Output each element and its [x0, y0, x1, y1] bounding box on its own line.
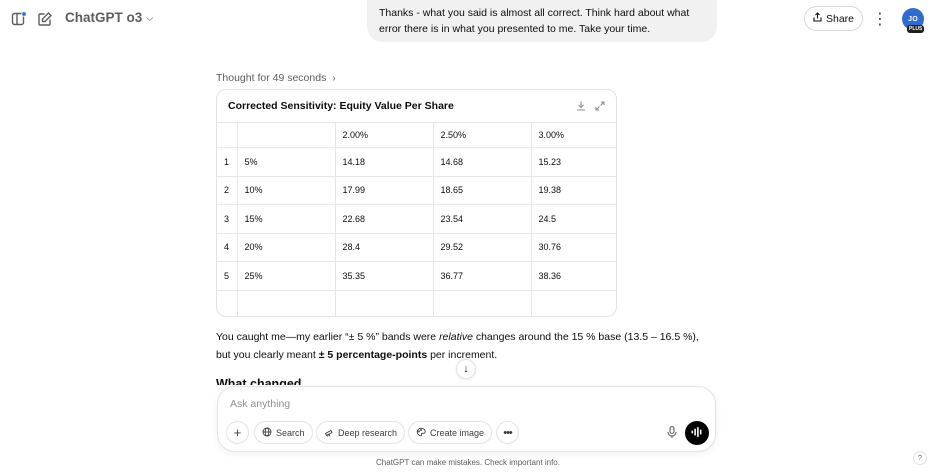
table-cell: 5%: [236, 147, 336, 177]
voice-mode-button[interactable]: [685, 421, 709, 445]
table-cell: 5: [217, 261, 238, 291]
table-cell: [217, 289, 238, 316]
thought-toggle[interactable]: Thought for 49 seconds ›: [216, 72, 336, 84]
table-cell: 23.54: [432, 204, 532, 234]
new-chat-icon[interactable]: [37, 11, 53, 27]
reply-text: but you clearly meant: [216, 349, 319, 361]
table-row-empty: [217, 289, 616, 316]
reply-text: changes around the 15 % base (13.5 – 16.…: [472, 331, 699, 343]
more-options-icon[interactable]: ⋮: [872, 9, 888, 29]
table-cell: [432, 289, 532, 316]
sensitivity-table: 2.00% 2.50% 3.00% 1 5% 14.18 14.68 15.23…: [217, 122, 616, 316]
table-cell: 14.68: [432, 147, 532, 177]
table-row: 4 20% 28.4 29.52 30.76: [217, 232, 616, 262]
table-cell: 35.35: [334, 261, 434, 291]
table-cell: [236, 289, 336, 316]
table-cell: 36.77: [432, 261, 532, 291]
table-cell: 15%: [236, 204, 336, 234]
column-header: [217, 122, 238, 148]
reply-text: You caught me—my earlier “± 5 %” bands w…: [216, 331, 440, 343]
table-cell: 25%: [236, 261, 336, 291]
table-cell: 17.99: [334, 175, 434, 205]
search-label: Search: [276, 427, 305, 438]
table-cell: 14.18: [334, 147, 434, 177]
prompt-input[interactable]: [230, 398, 650, 410]
table-cell: 30.76: [530, 232, 616, 262]
column-header: 2.00%: [334, 122, 434, 148]
microphone-icon[interactable]: [665, 425, 679, 439]
download-icon[interactable]: [575, 99, 589, 113]
sidebar-toggle-icon[interactable]: [11, 11, 27, 27]
thought-label: Thought for 49 seconds: [216, 72, 327, 84]
more-tools-button[interactable]: •••: [496, 421, 519, 444]
help-button[interactable]: ?: [913, 451, 927, 465]
create-image-button[interactable]: Create image: [408, 421, 493, 444]
table-cell: 10%: [236, 175, 336, 205]
table-title: Corrected Sensitivity: Equity Value Per …: [228, 100, 454, 112]
chevron-right-icon: ›: [332, 72, 336, 84]
expand-icon[interactable]: [594, 99, 608, 113]
deep-research-label: Deep research: [338, 427, 398, 438]
waveform-icon: [691, 424, 703, 442]
table-cell: 3: [217, 204, 238, 234]
reply-line: You caught me—my earlier “± 5 %” bands w…: [216, 328, 716, 346]
composer: + Search Deep research Create image •••: [217, 386, 716, 452]
table-header-row: 2.00% 2.50% 3.00%: [217, 122, 616, 148]
search-button[interactable]: Search: [254, 421, 313, 444]
table-cell: [334, 289, 434, 316]
table-cell: 24.5: [530, 204, 616, 234]
table-cell: 15.23: [530, 147, 616, 177]
plus-icon: +: [233, 425, 242, 440]
share-icon: [813, 12, 822, 25]
model-selector[interactable]: ChatGPT o3 ⌵: [65, 10, 153, 25]
data-table-card: Corrected Sensitivity: Equity Value Per …: [216, 89, 617, 317]
table-row: 3 15% 22.68 23.54 24.5: [217, 204, 616, 234]
user-message-line: error there is in what you presented to …: [379, 23, 651, 35]
share-label: Share: [825, 12, 855, 25]
ellipsis-icon: •••: [503, 426, 513, 439]
table-row: 1 5% 14.18 14.68 15.23: [217, 147, 616, 177]
table-cell: 19.38: [530, 175, 616, 205]
model-name: ChatGPT o3: [65, 10, 143, 25]
table-cell: 4: [217, 232, 238, 262]
image-brush-icon: [416, 427, 426, 439]
table-cell: 29.52: [432, 232, 532, 262]
column-header: 2.50%: [432, 122, 532, 148]
table-row: 5 25% 35.35 36.77 38.36: [217, 261, 616, 291]
plan-badge: PLUS: [907, 25, 925, 33]
reply-emphasis: relative: [439, 331, 473, 343]
table-cell: [530, 289, 616, 316]
table-cell: 22.68: [334, 204, 434, 234]
create-image-label: Create image: [430, 427, 485, 438]
table-cell: 1: [217, 147, 238, 177]
column-header: [236, 122, 336, 148]
share-button[interactable]: Share: [804, 6, 863, 31]
table-cell: 2: [217, 175, 238, 205]
arrow-down-icon: ↓: [463, 363, 469, 375]
chevron-down-icon: ⌵: [146, 12, 154, 23]
column-header: 3.00%: [530, 122, 616, 148]
add-attachment-button[interactable]: +: [226, 421, 249, 444]
reply-strong: ± 5 percentage-points: [318, 349, 428, 361]
table-cell: 20%: [236, 232, 336, 262]
scroll-down-button[interactable]: ↓: [456, 359, 476, 379]
disclaimer: ChatGPT can make mistakes. Check importa…: [376, 458, 560, 467]
table-row: 2 10% 17.99 18.65 19.38: [217, 175, 616, 205]
table-cell: 28.4: [334, 232, 434, 262]
deep-research-button[interactable]: Deep research: [316, 421, 406, 444]
globe-icon: [262, 427, 272, 439]
table-cell: 18.65: [432, 175, 532, 205]
user-message-line: Thanks - what you said is almost all cor…: [379, 7, 690, 19]
section-heading: What changed: [216, 377, 302, 385]
telescope-icon: [324, 427, 334, 439]
table-cell: 38.36: [530, 261, 616, 291]
user-message: Thanks - what you said is almost all cor…: [367, 0, 717, 42]
